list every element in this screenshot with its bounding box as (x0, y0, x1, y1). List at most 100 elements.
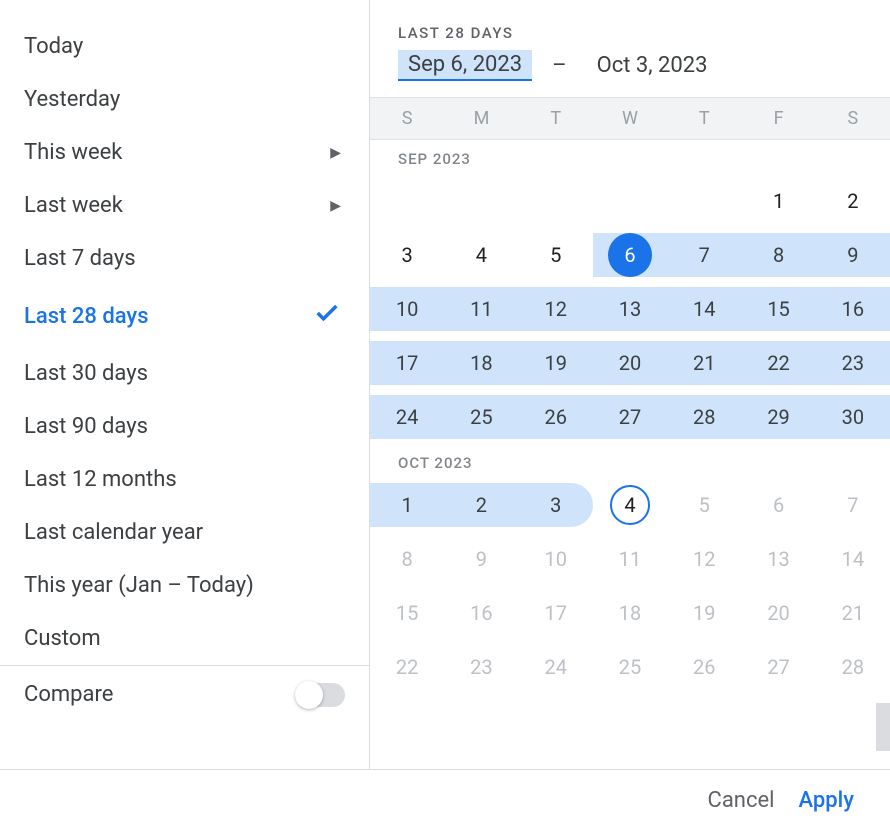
preset-last-28-days[interactable]: Last 28 days (0, 285, 369, 347)
preset-label: Today (24, 34, 83, 59)
calendar-day: 5 (667, 483, 741, 527)
preset-today[interactable]: Today (0, 20, 369, 73)
calendar-day[interactable]: 18 (444, 341, 518, 385)
preset-label: Last 12 months (24, 467, 177, 492)
calendar-day[interactable]: 11 (444, 287, 518, 331)
calendar-day[interactable]: 22 (741, 341, 815, 385)
preset-label: Custom (24, 626, 101, 651)
calendar-day[interactable]: 16 (816, 287, 890, 331)
calendar-day[interactable]: 20 (593, 341, 667, 385)
calendar-day: 18 (593, 591, 667, 635)
calendar-day[interactable]: 9 (816, 233, 890, 277)
calendar-day[interactable]: 6 (593, 233, 667, 277)
dow-label: W (593, 108, 667, 129)
preset-last-week[interactable]: Last week▶ (0, 179, 369, 232)
calendar-day-empty (519, 179, 593, 223)
calendar-day: 23 (444, 645, 518, 689)
calendar-week: 1234567 (370, 478, 890, 532)
check-icon (313, 299, 341, 333)
calendar-day-empty (593, 179, 667, 223)
calendar-day[interactable]: 3 (519, 483, 593, 527)
footer: Cancel Apply (0, 769, 890, 831)
scrollbar[interactable] (876, 703, 890, 751)
calendar-day: 16 (444, 591, 518, 635)
calendar-day: 17 (519, 591, 593, 635)
cancel-button[interactable]: Cancel (708, 788, 775, 813)
preset-last-7-days[interactable]: Last 7 days (0, 232, 369, 285)
compare-toggle[interactable] (295, 683, 345, 707)
calendar-day[interactable]: 5 (519, 233, 593, 277)
range-separator: – (552, 53, 566, 78)
calendar-day[interactable]: 14 (667, 287, 741, 331)
calendar-week: 10111213141516 (370, 282, 890, 336)
calendar-week: 17181920212223 (370, 336, 890, 390)
preset-label: Last 90 days (24, 414, 148, 439)
calendar-day[interactable]: 12 (519, 287, 593, 331)
calendar-day-empty (444, 179, 518, 223)
calendar-day[interactable]: 29 (741, 395, 815, 439)
calendar-week: 12 (370, 174, 890, 228)
calendar-day[interactable]: 4 (444, 233, 518, 277)
calendar-day[interactable]: 23 (816, 341, 890, 385)
preset-last-calendar-year[interactable]: Last calendar year (0, 506, 369, 559)
calendar-day[interactable]: 21 (667, 341, 741, 385)
calendar-week: 15161718192021 (370, 586, 890, 640)
dow-label: T (519, 108, 593, 129)
calendar-day[interactable]: 1 (741, 179, 815, 223)
calendar-day[interactable]: 27 (593, 395, 667, 439)
compare-label: Compare (24, 682, 113, 707)
range-start-marker: 6 (608, 233, 652, 277)
calendar-day-empty (370, 179, 444, 223)
calendar-day: 19 (667, 591, 741, 635)
calendar-day: 10 (519, 537, 593, 581)
calendar-day[interactable]: 19 (519, 341, 593, 385)
dow-label: S (816, 108, 890, 129)
calendar-day[interactable]: 7 (667, 233, 741, 277)
calendar-day: 27 (741, 645, 815, 689)
calendar-day[interactable]: 3 (370, 233, 444, 277)
range-end-input[interactable]: Oct 3, 2023 (587, 51, 718, 80)
calendar-week: 24252627282930 (370, 390, 890, 444)
range-start-input[interactable]: Sep 6, 2023 (398, 50, 532, 81)
calendar-day[interactable]: 2 (816, 179, 890, 223)
calendar-day[interactable]: 10 (370, 287, 444, 331)
preset-label: Last 7 days (24, 246, 136, 271)
calendar-day[interactable]: 1 (370, 483, 444, 527)
calendar-day[interactable]: 17 (370, 341, 444, 385)
calendar-day: 24 (519, 645, 593, 689)
calendar-day[interactable]: 13 (593, 287, 667, 331)
calendar-day: 13 (741, 537, 815, 581)
preset-yesterday[interactable]: Yesterday (0, 73, 369, 126)
chevron-right-icon: ▶ (330, 145, 341, 161)
calendar-day[interactable]: 30 (816, 395, 890, 439)
preset-label: Last week (24, 193, 123, 218)
preset-label: Yesterday (24, 87, 120, 112)
preset-last-90-days[interactable]: Last 90 days (0, 400, 369, 453)
apply-button[interactable]: Apply (798, 788, 854, 813)
range-title: LAST 28 DAYS (398, 24, 862, 42)
day-of-week-header: SMTWTFS (370, 97, 890, 140)
calendar-day[interactable]: 26 (519, 395, 593, 439)
calendar-day[interactable]: 15 (741, 287, 815, 331)
calendar-day[interactable]: 2 (444, 483, 518, 527)
calendar-day[interactable]: 25 (444, 395, 518, 439)
preset-label: Last 30 days (24, 361, 148, 386)
dow-label: F (741, 108, 815, 129)
preset-this-week[interactable]: This week ▶ (0, 126, 369, 179)
preset-this-year-jan-today-[interactable]: This year (Jan – Today) (0, 559, 369, 612)
preset-label: Last calendar year (24, 520, 203, 545)
preset-custom[interactable]: Custom (0, 612, 369, 665)
calendar-day: 25 (593, 645, 667, 689)
calendar-day[interactable]: 28 (667, 395, 741, 439)
preset-sidebar: Today Yesterday This week ▶ Last week▶ Last 7… (0, 0, 370, 769)
calendar-pane: LAST 28 DAYS Sep 6, 2023 – Oct 3, 2023 S… (370, 0, 890, 769)
preset-last-30-days[interactable]: Last 30 days (0, 347, 369, 400)
calendar-day[interactable]: 8 (741, 233, 815, 277)
calendar-day[interactable]: 24 (370, 395, 444, 439)
calendar-day: 21 (816, 591, 890, 635)
month-label: OCT 2023 (370, 444, 890, 478)
calendar-day[interactable]: 4 (593, 483, 667, 527)
calendar-day: 28 (816, 645, 890, 689)
preset-label: This week (24, 140, 122, 165)
preset-last-12-months[interactable]: Last 12 months (0, 453, 369, 506)
